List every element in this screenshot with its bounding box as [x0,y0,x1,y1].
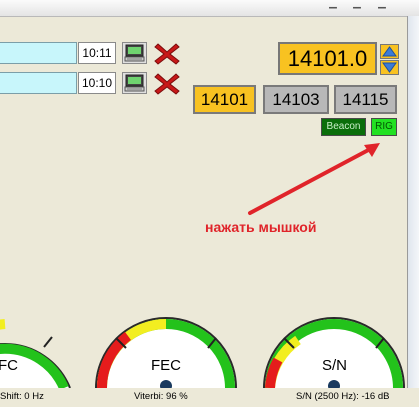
callsign-input-1[interactable] [0,42,77,64]
computer-icon [124,74,145,92]
delete-button-1[interactable] [154,41,181,66]
gauge-fc-status: Shift: 0 Hz [0,391,44,402]
gauge-sn-status: S/N (2500 Hz): -16 dB [296,391,390,402]
gauge-fec [95,317,237,392]
preset-button-3[interactable]: 14115 [334,85,397,114]
beacon-button[interactable]: Beacon [321,118,366,136]
gauge-sn-label: S/N [322,357,348,374]
computer-icon-button-1[interactable] [122,42,147,64]
preset-button-1[interactable]: 14101 [193,85,256,114]
maximize-icon[interactable]: ▁ [350,0,364,9]
frequency-display[interactable]: 14101.0 [278,42,377,75]
spin-up-icon [380,44,399,59]
spin-down-icon [380,60,399,75]
gauge-fec-status: Viterbi: 96 % [134,391,188,402]
computer-icon-button-2[interactable] [122,72,147,94]
annotation-arrow [248,143,380,215]
preset-button-2[interactable]: 14103 [263,85,329,114]
time-field-1: 10:11 [78,42,116,64]
gauge-fec-label: FEC [151,357,181,374]
callsign-input-2[interactable] [0,72,77,94]
window-close-icon[interactable]: ▁ [375,0,389,9]
spin-up-button[interactable] [380,44,399,59]
close-x-icon [154,73,180,95]
gauge-sn [263,317,405,392]
time-field-2: 10:10 [78,72,116,94]
title-bar: ▁ ▁ ▁ [0,0,419,17]
minimize-icon[interactable]: ▁ [326,0,340,9]
annotation-text: нажать мышкой [205,219,317,235]
delete-button-2[interactable] [154,71,181,96]
spin-down-button[interactable] [380,60,399,75]
rig-button[interactable]: RIG [371,118,397,136]
computer-icon [124,44,145,62]
gauge-fc-label: FC [0,357,18,374]
close-x-icon [154,43,180,65]
